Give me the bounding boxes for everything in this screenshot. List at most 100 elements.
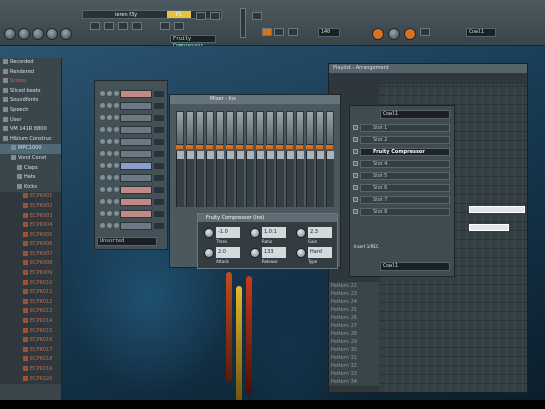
channel-knob[interactable] xyxy=(107,211,112,216)
tool-knob[interactable] xyxy=(388,28,400,40)
playlist-track[interactable]: Pattern 34 xyxy=(329,378,379,387)
channel-select-led[interactable] xyxy=(154,91,164,97)
tool-knob-orange[interactable] xyxy=(372,28,384,40)
mixer-mute-led[interactable] xyxy=(286,145,293,149)
channel-select-led[interactable] xyxy=(154,211,164,217)
browser-file[interactable]: ECPK008 xyxy=(0,259,61,270)
mixer-mute-led[interactable] xyxy=(236,145,243,149)
fx-slot[interactable]: Slot 5 xyxy=(360,172,450,180)
fx-slot[interactable]: Slot 7 xyxy=(360,196,450,204)
mixer-strip[interactable] xyxy=(306,111,314,145)
channel-knob[interactable] xyxy=(114,199,119,204)
channel-knob[interactable] xyxy=(100,187,105,192)
mixer-mute-led[interactable] xyxy=(216,145,223,149)
tool-button-6[interactable] xyxy=(174,22,184,30)
channel-name-button[interactable] xyxy=(120,162,152,170)
channel-knob[interactable] xyxy=(107,175,112,180)
fx-enable-toggle[interactable] xyxy=(353,149,358,154)
compressor-value[interactable]: 1.0:1 xyxy=(262,227,286,238)
channel-name-button[interactable] xyxy=(120,174,152,182)
playlist-clip[interactable] xyxy=(469,206,525,213)
tool-button-5[interactable] xyxy=(160,22,170,30)
mixer-mute-led[interactable] xyxy=(266,145,273,149)
compressor-knob[interactable] xyxy=(204,228,214,238)
channel-row[interactable] xyxy=(98,173,168,183)
browser-item[interactable]: Vond Const xyxy=(0,154,61,164)
compressor-knob[interactable] xyxy=(204,248,214,258)
master-volume-slider[interactable] xyxy=(240,8,246,38)
channel-knob[interactable] xyxy=(114,163,119,168)
fx-slot[interactable]: Slot 1 xyxy=(360,124,450,132)
channel-name-button[interactable] xyxy=(120,222,152,230)
channel-knob[interactable] xyxy=(100,127,105,132)
fx-enable-toggle[interactable] xyxy=(353,161,358,166)
mixer-strip[interactable] xyxy=(316,111,324,145)
mixer-strip[interactable] xyxy=(176,111,184,145)
browser-item[interactable]: Speech xyxy=(0,106,61,116)
tool-button-8[interactable] xyxy=(210,12,220,20)
channel-knob[interactable] xyxy=(107,115,112,120)
channel-select-led[interactable] xyxy=(154,151,164,157)
browser-file[interactable]: ECPK009 xyxy=(0,269,61,279)
mixer-strip[interactable] xyxy=(226,111,234,145)
mixer-fader[interactable] xyxy=(286,151,294,207)
record-button[interactable] xyxy=(262,28,272,36)
mixer-knob-3[interactable] xyxy=(32,28,44,40)
fx-enable-toggle[interactable] xyxy=(353,197,358,202)
mixer-strip[interactable] xyxy=(296,111,304,145)
mixer-fader[interactable] xyxy=(206,151,214,207)
mixer-title[interactable]: Mixer - Ins xyxy=(170,95,340,104)
channel-knob[interactable] xyxy=(100,175,105,180)
mixer-fader[interactable] xyxy=(326,151,334,207)
mixer-knob-4[interactable] xyxy=(46,28,58,40)
mixer-fader[interactable] xyxy=(316,151,324,207)
tool-button-3[interactable] xyxy=(118,22,128,30)
browser-file[interactable]: ECPK015 xyxy=(0,326,61,337)
browser-file[interactable]: ECPK011 xyxy=(0,288,61,298)
channel-knob[interactable] xyxy=(100,211,105,216)
channel-knob[interactable] xyxy=(114,91,119,96)
browser-item[interactable]: Hats xyxy=(0,173,61,183)
mixer-knob-5[interactable] xyxy=(60,28,72,40)
fx-enable-toggle[interactable] xyxy=(353,173,358,178)
browser-item[interactable]: Scores xyxy=(0,77,61,87)
browser-file[interactable]: ECPK018 xyxy=(0,355,61,365)
mixer-mute-led[interactable] xyxy=(316,145,323,149)
fx-slot[interactable]: Slot 4 xyxy=(360,160,450,168)
mixer-fader[interactable] xyxy=(276,151,284,207)
channel-knob[interactable] xyxy=(100,151,105,156)
channel-knob[interactable] xyxy=(107,139,112,144)
mixer-fader[interactable] xyxy=(306,151,314,207)
channel-knob[interactable] xyxy=(114,175,119,180)
browser-item[interactable]: Sliced beats xyxy=(0,87,61,97)
mixer-knob-2[interactable] xyxy=(18,28,30,40)
channel-row[interactable] xyxy=(98,209,168,219)
fx-enable-toggle[interactable] xyxy=(353,185,358,190)
mixer-mute-led[interactable] xyxy=(246,145,253,149)
browser-file[interactable]: ECPK017 xyxy=(0,345,61,356)
channel-knob[interactable] xyxy=(100,139,105,144)
channel-knob[interactable] xyxy=(107,223,112,228)
browser-item[interactable]: User xyxy=(0,116,61,126)
channel-select-led[interactable] xyxy=(154,139,164,145)
fx-slot[interactable]: Slot 2 xyxy=(360,136,450,144)
mixer-strip[interactable] xyxy=(256,111,264,145)
channel-select-led[interactable] xyxy=(154,115,164,121)
mixer-fader[interactable] xyxy=(296,151,304,207)
compressor-value[interactable]: 2.3 xyxy=(308,227,332,238)
channel-knob[interactable] xyxy=(114,151,119,156)
channel-knob[interactable] xyxy=(100,115,105,120)
channel-row[interactable] xyxy=(98,221,168,231)
browser-file[interactable]: ECPK013 xyxy=(0,307,61,318)
compressor-knob[interactable] xyxy=(250,248,260,258)
compressor-knob[interactable] xyxy=(296,228,306,238)
channel-select-led[interactable] xyxy=(154,223,164,229)
browser-item[interactable]: Soundfonts xyxy=(0,96,61,106)
browser-item[interactable]: Claps xyxy=(0,164,61,174)
mixer-strip[interactable] xyxy=(286,111,294,145)
browser-file[interactable]: ECPK002 xyxy=(0,201,61,212)
channel-select-led[interactable] xyxy=(154,163,164,169)
mixer-strip[interactable] xyxy=(246,111,254,145)
channel-knob[interactable] xyxy=(100,223,105,228)
mixer-fader[interactable] xyxy=(176,151,184,207)
